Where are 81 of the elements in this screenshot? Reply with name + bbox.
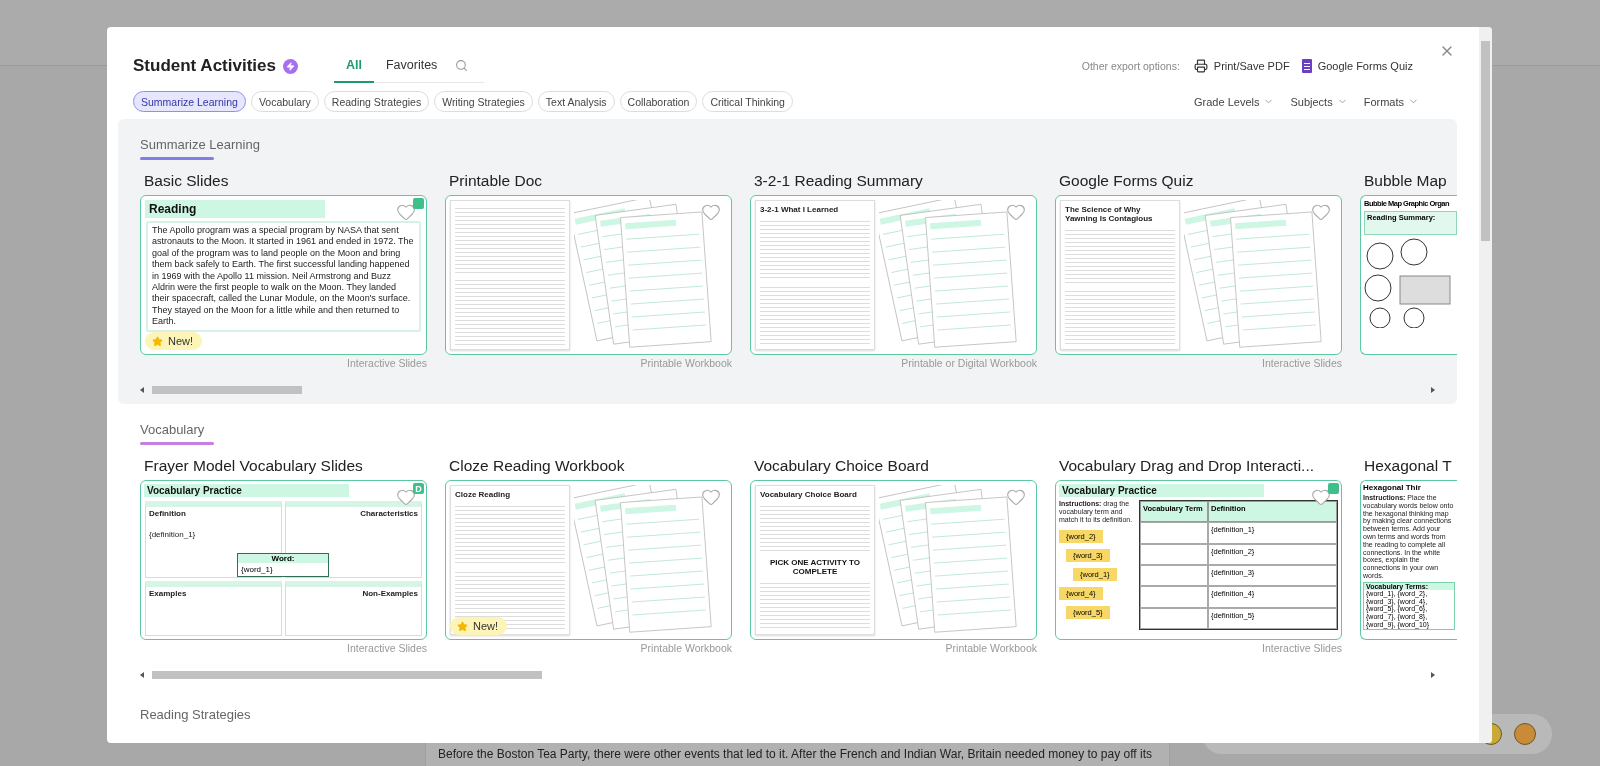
card-title[interactable]: Bubble Map xyxy=(1364,172,1457,190)
emoji-icon[interactable] xyxy=(1514,723,1536,745)
category-chip[interactable]: Collaboration xyxy=(619,91,698,112)
format-label: Printable Workbook xyxy=(640,642,732,655)
table-cell xyxy=(1140,565,1208,587)
app-badge: D xyxy=(413,483,424,494)
card-title[interactable]: Google Forms Quiz xyxy=(1059,172,1342,190)
section-title: Summarize Learning xyxy=(140,137,260,152)
worksheet-heading: The Science of Why Yawning Is Contagious xyxy=(1065,205,1154,223)
format-label: Printable Workbook xyxy=(640,357,732,370)
format-label: Printable or Digital Workbook xyxy=(901,357,1037,370)
card-title[interactable]: Hexagonal T xyxy=(1364,457,1457,475)
card-title[interactable]: Cloze Reading Workbook xyxy=(449,457,732,475)
tab[interactable]: Favorites xyxy=(373,48,450,83)
frayer-label: Examples xyxy=(149,588,187,598)
activity-thumbnail[interactable] xyxy=(140,195,427,355)
table-cell xyxy=(1140,586,1208,608)
table-cell xyxy=(1140,522,1208,544)
printer-icon xyxy=(1193,59,1208,73)
horizontal-scrollbar[interactable] xyxy=(140,669,1435,681)
new-badge: New! xyxy=(145,332,203,350)
word-label: Word: xyxy=(238,554,328,563)
card-title[interactable]: Vocabulary Drag and Drop Interacti... xyxy=(1059,457,1342,475)
format-label: Printable Workbook xyxy=(945,642,1037,655)
format-label: Interactive Slides xyxy=(1262,642,1342,655)
export-button[interactable]: Google Forms Quiz xyxy=(1295,59,1419,73)
activity-thumbnail[interactable]: 3-2-1 What I Learned xyxy=(750,195,1037,355)
lightning-icon xyxy=(282,58,298,74)
horizontal-scrollbar[interactable] xyxy=(140,384,1435,396)
filter-dropdown[interactable]: Grade Levels xyxy=(1194,95,1275,108)
word-placeholder: {word_1} xyxy=(240,564,274,576)
slide-heading: Vocabulary Practice xyxy=(1059,484,1265,497)
card-title[interactable]: Basic Slides xyxy=(144,172,427,190)
table-cell xyxy=(1140,607,1208,629)
article-text: Before the Boston Tea Party, there were other events that led to it. After the French and Indian War, Britain needed money to pay off its xyxy=(438,747,1152,762)
card-title[interactable]: Vocabulary Choice Board xyxy=(754,457,1037,475)
form-icon xyxy=(1301,59,1312,73)
format-label: Interactive Slides xyxy=(347,642,427,655)
format-label: Interactive Slides xyxy=(347,357,427,370)
dialog-title: Student Activities xyxy=(133,56,276,76)
category-chip[interactable]: Critical Thinking xyxy=(702,91,793,112)
category-chip[interactable]: Writing Strategies xyxy=(434,91,533,112)
worksheet-heading: Hexagonal Thir xyxy=(1363,483,1422,492)
section-title: Reading Strategies xyxy=(140,707,251,722)
activity-thumbnail[interactable]: The Science of Why Yawning Is Contagious xyxy=(1055,195,1342,355)
frayer-label: Non-Examples xyxy=(362,588,418,598)
worksheet-heading: 3-2-1 What I Learned xyxy=(760,205,840,214)
section-title: Vocabulary xyxy=(140,422,205,437)
table-cell xyxy=(1140,543,1208,565)
activity-thumbnail[interactable]: Vocabulary Practice Definition {definition_1} Characteristics Examples Non-Examples Word: {word_1} D xyxy=(140,480,427,640)
export-label: Other export options: xyxy=(1081,60,1180,72)
slide-heading: Vocabulary Practice xyxy=(144,484,350,497)
activity-thumbnail[interactable] xyxy=(1055,480,1342,640)
format-label: Interactive Slides xyxy=(1262,357,1342,370)
new-badge: New! xyxy=(450,617,508,635)
activity-thumbnail[interactable] xyxy=(1360,480,1457,640)
slide-heading: Reading xyxy=(145,200,325,218)
category-chip[interactable]: Reading Strategies xyxy=(323,91,430,112)
frayer-label: Definition xyxy=(149,509,186,518)
category-chip[interactable]: Text Analysis xyxy=(537,91,615,112)
category-chip[interactable]: Vocabulary xyxy=(250,91,319,112)
card-title[interactable]: 3-2-1 Reading Summary xyxy=(754,172,1037,190)
export-button[interactable]: Print/Save PDF xyxy=(1187,59,1296,73)
slide-paragraph: The Apollo program was a special program by NASA that sent astronauts to the Moon. It started in 1961 and ended in 1972. The goal of the program was to land people on the Moon and bring them back safely to Earth. The first successful landing happened in 1969 with the Apollo 11 mission. Neil Armstrong and Buzz Aldrin were the first people to walk on the Moon. They landed their spacecraft, called the Lunar Module, on the Moon's surface. They stayed on the Moon for a little while and then returned to Earth. xyxy=(152,225,415,328)
filter-dropdown[interactable]: Formats xyxy=(1363,95,1419,108)
definition-placeholder: {definition_1} xyxy=(149,530,197,539)
frayer-label: Characteristics xyxy=(360,509,418,518)
card-title[interactable]: Printable Doc xyxy=(449,172,732,190)
vertical-scrollbar[interactable] xyxy=(1479,27,1492,743)
activity-thumbnail[interactable] xyxy=(445,195,732,355)
activity-thumbnail[interactable]: Vocabulary Choice Board PICK ONE ACTIVITY TO COMPLETE xyxy=(750,480,1037,640)
activity-thumbnail[interactable]: Cloze Reading New! xyxy=(445,480,732,640)
category-chip[interactable]: Summarize Learning xyxy=(133,91,246,112)
tab[interactable]: All xyxy=(333,48,374,83)
card-title[interactable]: Frayer Model Vocabulary Slides xyxy=(144,457,427,475)
filter-dropdown[interactable]: Subjects xyxy=(1290,95,1348,108)
slides-icon xyxy=(413,198,424,209)
slides-icon xyxy=(1328,483,1339,494)
activity-prompt-text: PICK ONE ACTIVITY TO COMPLETE xyxy=(768,557,862,576)
worksheet-heading: Vocabulary Choice Board xyxy=(760,490,858,499)
worksheet-heading: Cloze Reading xyxy=(455,490,512,499)
